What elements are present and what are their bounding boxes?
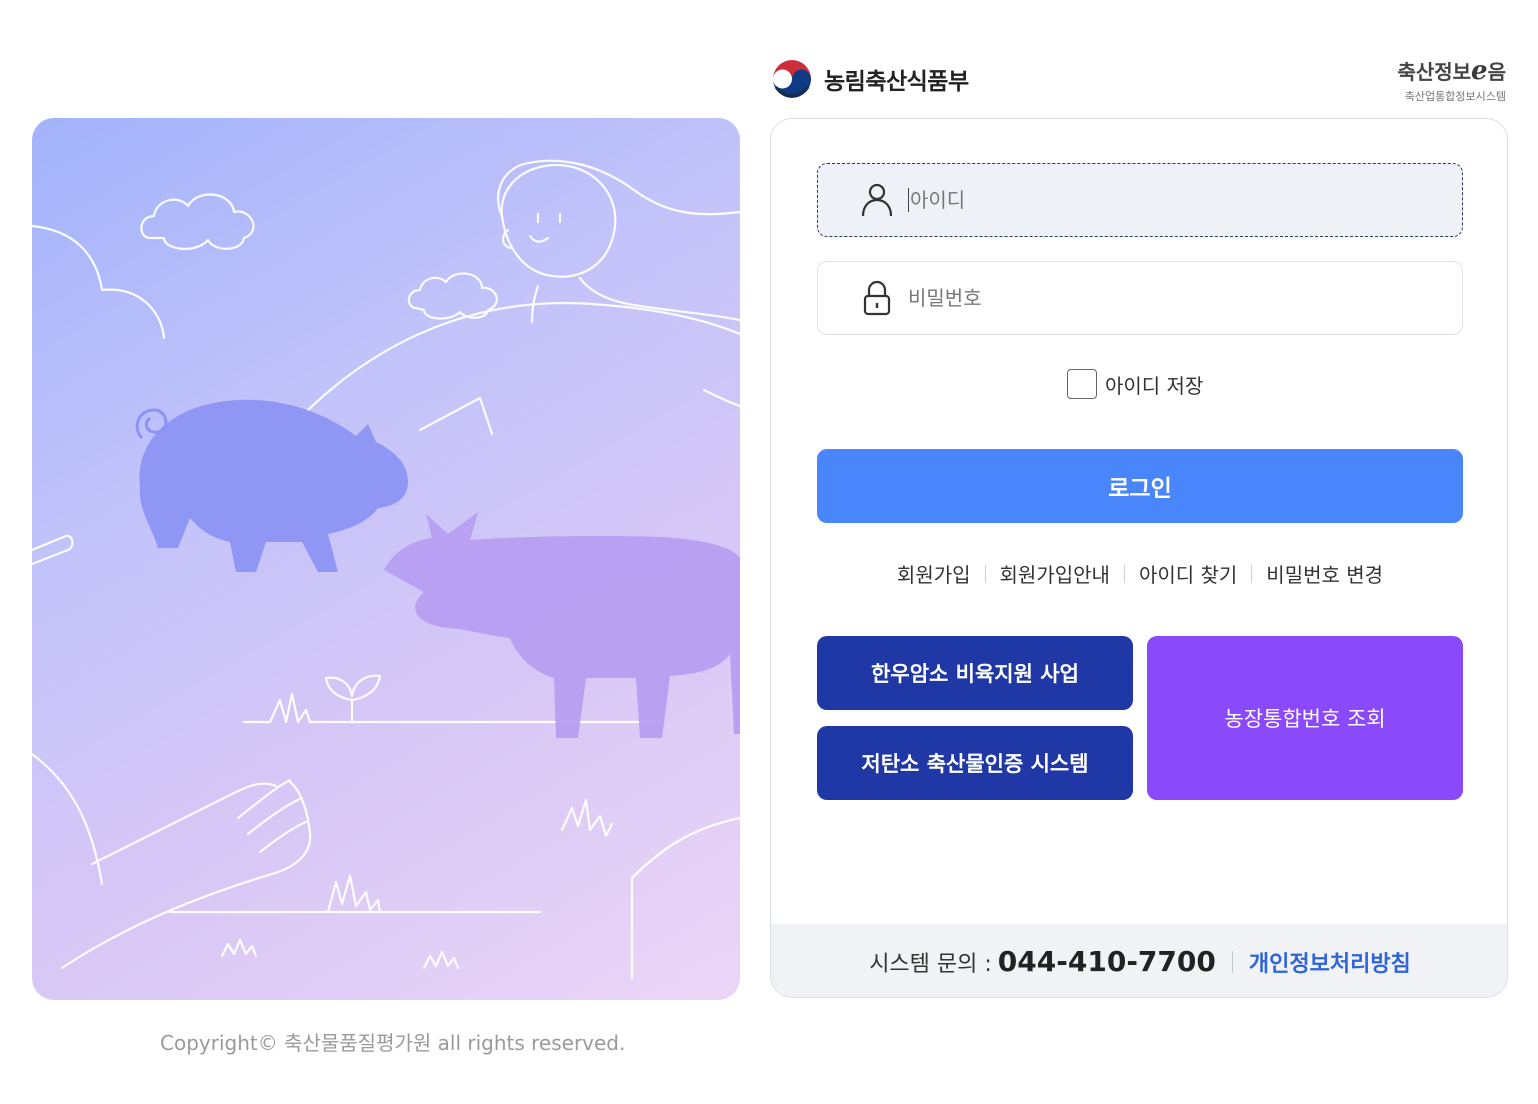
- lock-icon: [863, 280, 891, 316]
- inquiry-label: 시스템 문의 :: [869, 951, 992, 977]
- user-icon: [861, 183, 893, 217]
- farm-number-lookup-button[interactable]: 농장통합번호 조회: [1147, 636, 1463, 800]
- ministry-logo[interactable]: 농림축산식품부: [770, 56, 969, 102]
- brand-subtitle: 축산업통합정보시스템: [1404, 90, 1506, 103]
- account-links: 회원가입 회원가입안내 아이디 찾기 비밀번호 변경: [771, 559, 1507, 588]
- pig-illustration: [139, 399, 409, 572]
- signup-guide-link[interactable]: 회원가입안내: [986, 559, 1124, 588]
- password-input[interactable]: [908, 286, 1428, 310]
- privacy-policy-link[interactable]: 개인정보처리방침: [1249, 946, 1411, 978]
- id-field[interactable]: [817, 163, 1463, 237]
- password-field[interactable]: [817, 261, 1463, 335]
- login-button[interactable]: 로그인: [817, 449, 1463, 523]
- remember-id-label: 아이디 저장: [1105, 373, 1204, 398]
- remember-id[interactable]: 아이디 저장: [1067, 369, 1203, 399]
- login-page: Copyright© 축산물품질평가원 all rights reserved.…: [0, 0, 1538, 1104]
- copyright-text: Copyright© 축산물품질평가원 all rights reserved.: [160, 1031, 626, 1055]
- change-password-link[interactable]: 비밀번호 변경: [1252, 559, 1397, 588]
- login-card: 아이디 저장 로그인 회원가입 회원가입안내 아이디 찾기 비밀번호 변경 한우…: [770, 118, 1508, 998]
- taegeuk-emblem-icon: [771, 58, 813, 100]
- brand-title-suffix: 음: [1487, 60, 1506, 84]
- ministry-name: 농림축산식품부: [824, 69, 969, 95]
- signup-link[interactable]: 회원가입: [883, 559, 985, 588]
- cow-illustration: [384, 512, 740, 738]
- card-footer: 시스템 문의 : 044-410-7700 개인정보처리방침: [771, 924, 1507, 997]
- farm-illustration: [32, 159, 740, 980]
- id-input[interactable]: [910, 188, 1430, 212]
- remember-id-checkbox[interactable]: [1067, 369, 1097, 399]
- inquiry-phone: 044-410-7700: [997, 945, 1216, 978]
- low-carbon-certification-button[interactable]: 저탄소 축산물인증 시스템: [817, 726, 1133, 800]
- text-caret: [908, 188, 909, 212]
- brand-e-mark: e: [1471, 56, 1488, 86]
- brand-logo[interactable]: 축산정보e음 축산업통합정보시스템: [1397, 56, 1506, 104]
- hanwoo-support-button[interactable]: 한우암소 비육지원 사업: [817, 636, 1133, 710]
- brand-title: 축산정보e음: [1397, 56, 1506, 86]
- find-id-link[interactable]: 아이디 찾기: [1125, 559, 1251, 588]
- brand-title-text: 축산정보: [1397, 60, 1472, 84]
- footer-divider: [1231, 950, 1233, 973]
- hero-illustration: [32, 118, 740, 1000]
